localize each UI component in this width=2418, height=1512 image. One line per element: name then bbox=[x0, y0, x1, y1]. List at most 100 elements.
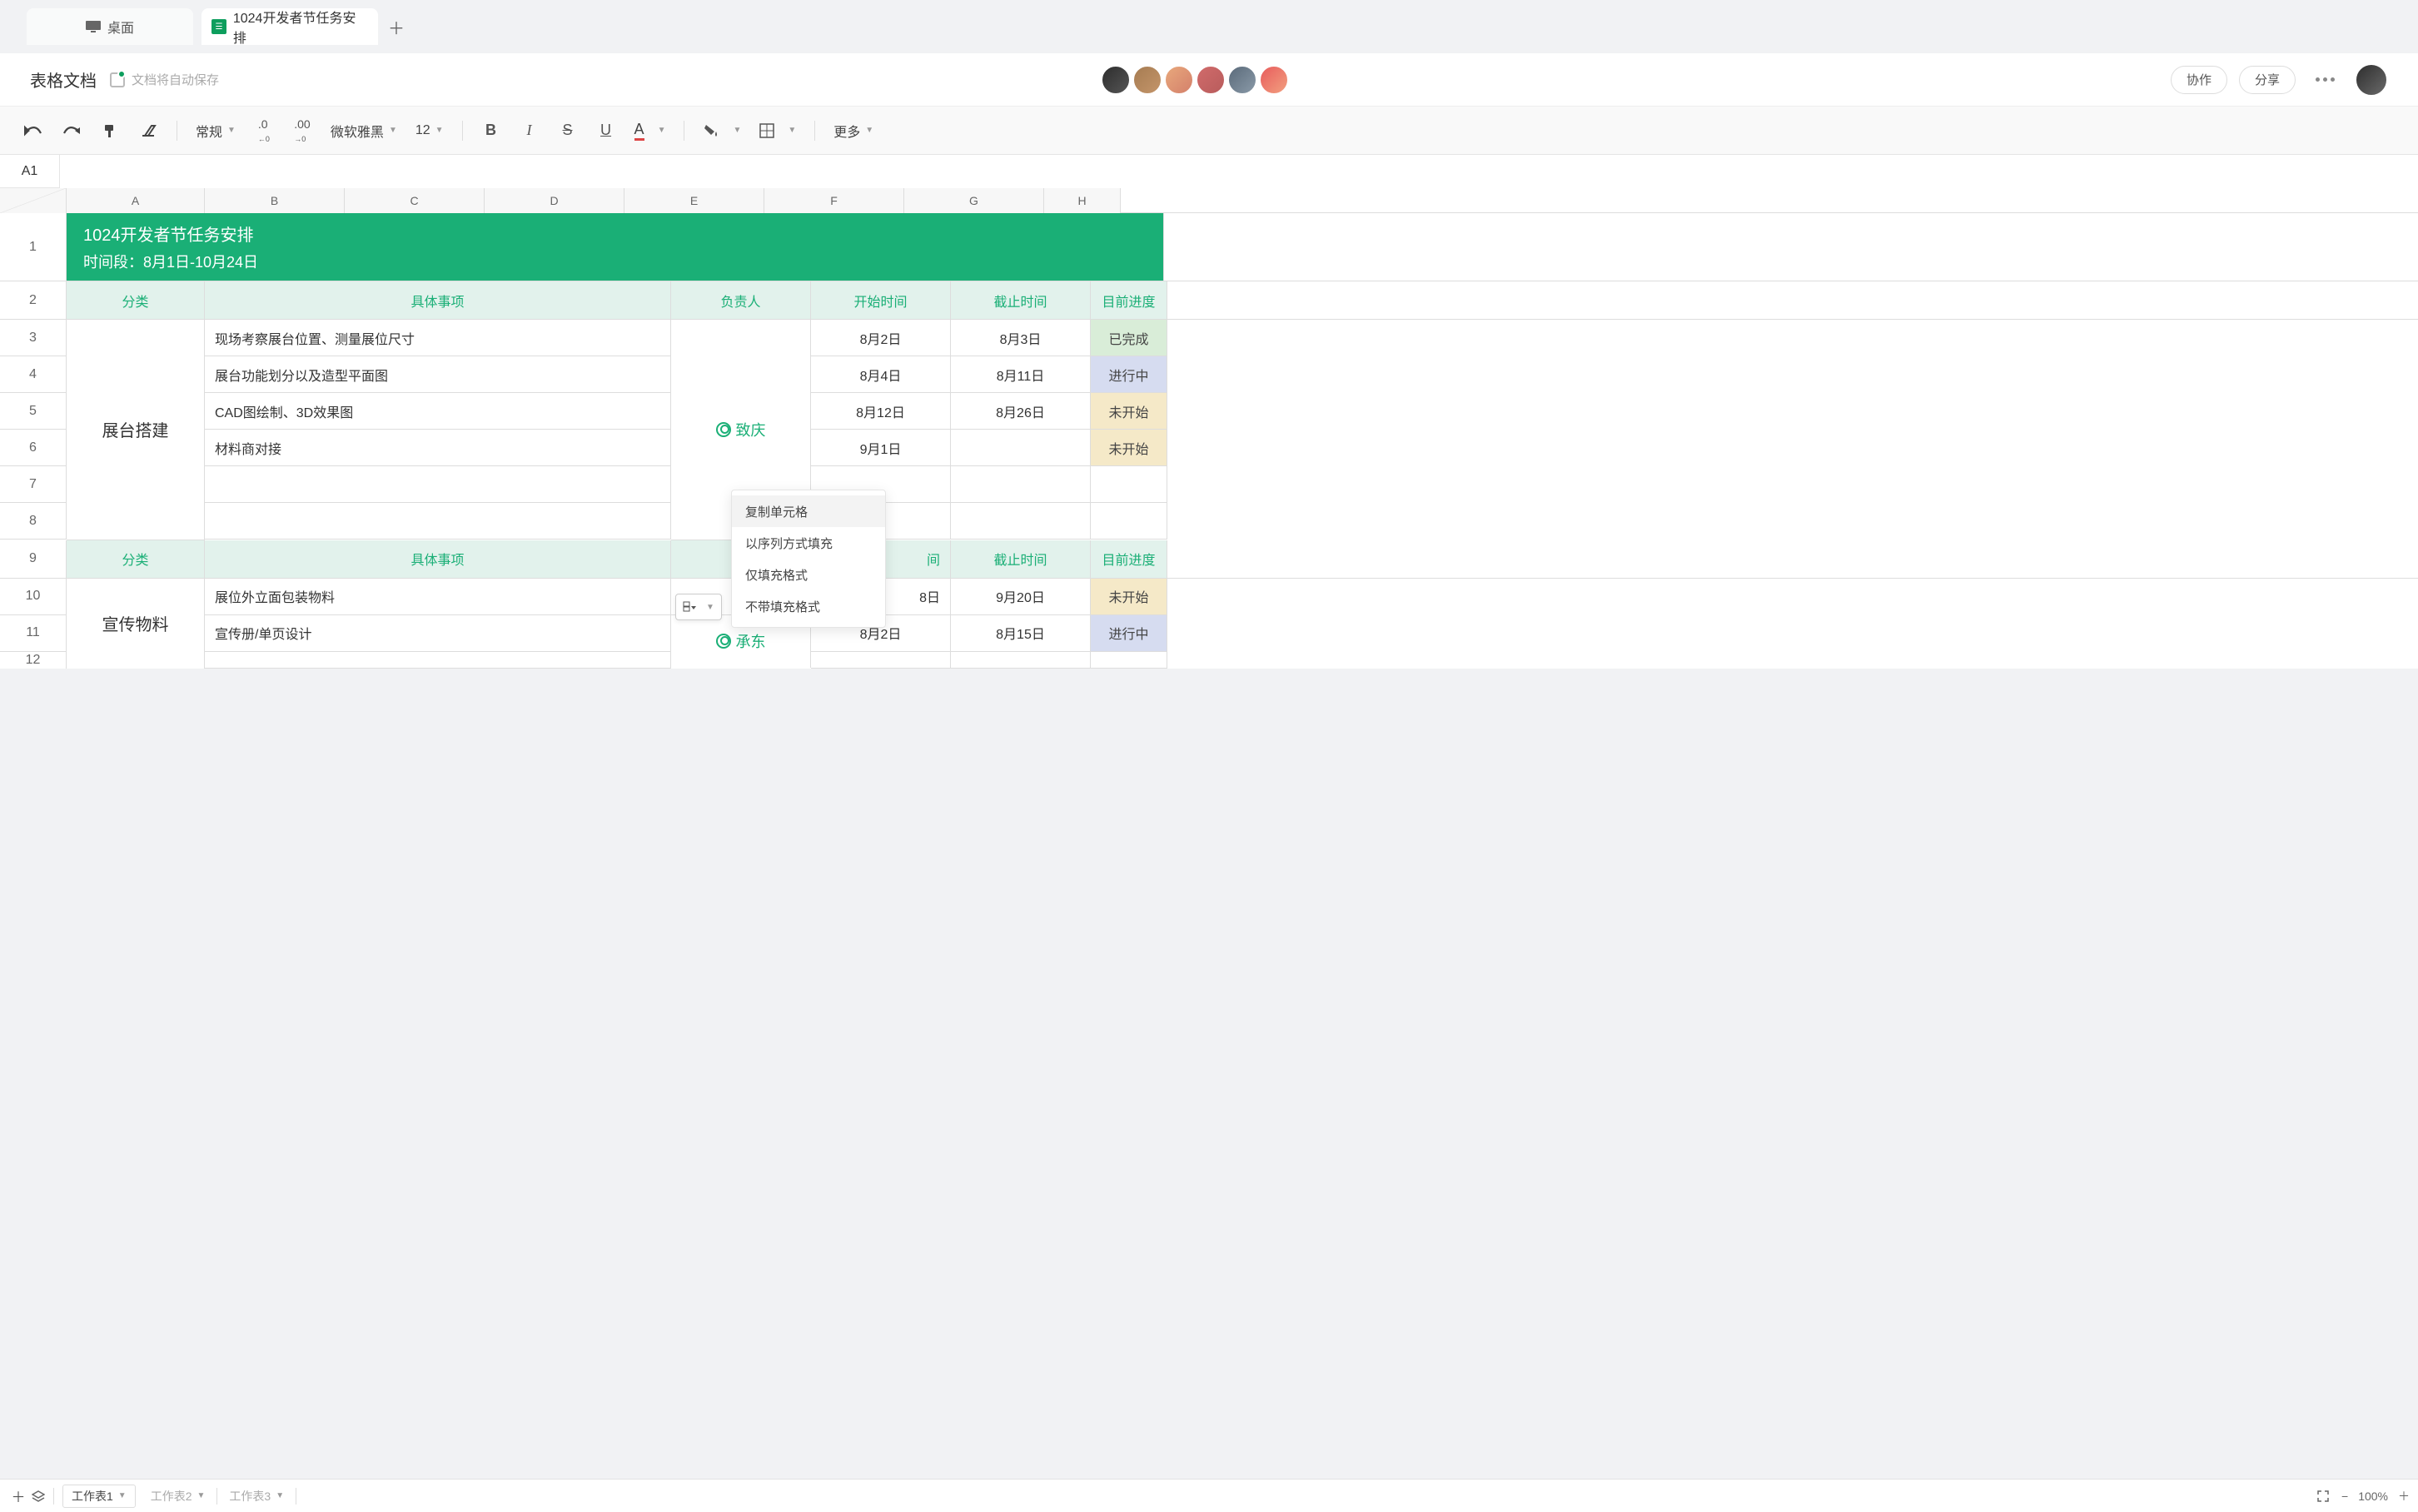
row-header[interactable]: 7 bbox=[0, 466, 67, 502]
cell[interactable]: 目前进度 bbox=[1091, 540, 1167, 578]
cell[interactable]: 截止时间 bbox=[951, 540, 1091, 578]
cell[interactable] bbox=[951, 430, 1091, 465]
cell[interactable] bbox=[205, 466, 671, 502]
cell[interactable] bbox=[951, 652, 1091, 668]
cell-status[interactable]: 未开始 bbox=[1091, 579, 1167, 614]
all-sheets-button[interactable] bbox=[28, 1483, 48, 1510]
borders-button[interactable]: ▼ bbox=[756, 123, 799, 138]
bold-button[interactable]: B bbox=[478, 117, 505, 144]
fullscreen-button[interactable] bbox=[2315, 1483, 2331, 1510]
cell[interactable]: 8月12日 bbox=[811, 393, 951, 429]
cell-status[interactable]: 已完成 bbox=[1091, 320, 1167, 356]
cell-category[interactable]: 宣传物料 bbox=[67, 579, 205, 669]
ctx-fill-format-only[interactable]: 仅填充格式 bbox=[732, 559, 885, 590]
more-menu-button[interactable] bbox=[2307, 77, 2343, 82]
sheet-tab[interactable]: 工作表3▼ bbox=[221, 1485, 292, 1508]
cell[interactable]: 展位外立面包装物料 bbox=[205, 579, 671, 614]
col-header[interactable]: B bbox=[205, 188, 345, 213]
cell[interactable]: 8月4日 bbox=[811, 356, 951, 392]
cell[interactable]: 材料商对接 bbox=[205, 430, 671, 465]
select-all-corner[interactable] bbox=[0, 188, 67, 213]
sheet-tab-active[interactable]: 工作表1▼ bbox=[62, 1485, 136, 1508]
zoom-in-button[interactable]: ＋ bbox=[2398, 1488, 2410, 1505]
increase-decimal-button[interactable]: .00→0 bbox=[289, 117, 316, 144]
cell[interactable]: CAD图绘制、3D效果图 bbox=[205, 393, 671, 429]
cell[interactable]: 9月1日 bbox=[811, 430, 951, 465]
cell[interactable]: 8月26日 bbox=[951, 393, 1091, 429]
cell-reference[interactable]: A1 bbox=[0, 155, 60, 188]
row-header[interactable]: 4 bbox=[0, 356, 67, 392]
strikethrough-button[interactable]: S bbox=[555, 117, 581, 144]
cell[interactable] bbox=[205, 652, 671, 668]
avatar[interactable] bbox=[1164, 65, 1194, 95]
underline-button[interactable]: U bbox=[593, 117, 619, 144]
cell[interactable] bbox=[811, 652, 951, 668]
cell[interactable]: 现场考察展台位置、测量展位尺寸 bbox=[205, 320, 671, 356]
ctx-copy-cells[interactable]: 复制单元格 bbox=[732, 495, 885, 527]
zoom-out-button[interactable]: − bbox=[2341, 1490, 2348, 1503]
cell[interactable]: 分类 bbox=[67, 540, 205, 578]
row-header[interactable]: 9 bbox=[0, 540, 67, 578]
cell[interactable]: 分类 bbox=[67, 281, 205, 319]
collaborate-button[interactable]: 协作 bbox=[2171, 66, 2227, 94]
row-header[interactable]: 10 bbox=[0, 579, 67, 614]
redo-button[interactable] bbox=[58, 117, 85, 144]
cell[interactable]: 截止时间 bbox=[951, 281, 1091, 319]
avatar[interactable] bbox=[1101, 65, 1131, 95]
font-family-select[interactable]: 微软雅黑▼ bbox=[327, 121, 401, 141]
decrease-decimal-button[interactable]: .0←0 bbox=[251, 117, 277, 144]
cell-status[interactable]: 未开始 bbox=[1091, 430, 1167, 465]
ctx-fill-without-format[interactable]: 不带填充格式 bbox=[732, 590, 885, 622]
cell[interactable]: 具体事项 bbox=[205, 540, 671, 578]
cell[interactable]: 开始时间 bbox=[811, 281, 951, 319]
cell[interactable]: 9月20日 bbox=[951, 579, 1091, 614]
cell[interactable] bbox=[951, 466, 1091, 502]
cell[interactable] bbox=[205, 503, 671, 539]
font-size-select[interactable]: 12▼ bbox=[412, 123, 447, 138]
row-header[interactable]: 8 bbox=[0, 503, 67, 539]
col-header[interactable]: F bbox=[764, 188, 904, 213]
text-color-button[interactable]: A▼ bbox=[631, 121, 669, 141]
avatar[interactable] bbox=[1259, 65, 1289, 95]
col-header[interactable]: A bbox=[67, 188, 205, 213]
spreadsheet-grid[interactable]: A B C D E F G H 1 1024开发者节任务安排 时间段：8月1日-… bbox=[0, 188, 2418, 669]
row-header[interactable]: 11 bbox=[0, 615, 67, 651]
clear-format-button[interactable] bbox=[135, 117, 162, 144]
cell[interactable]: 8月3日 bbox=[951, 320, 1091, 356]
col-header[interactable]: G bbox=[904, 188, 1044, 213]
avatar[interactable] bbox=[1227, 65, 1257, 95]
sheet-tab[interactable]: 工作表2▼ bbox=[142, 1485, 214, 1508]
row-header[interactable]: 2 bbox=[0, 281, 67, 319]
col-header[interactable]: C bbox=[345, 188, 485, 213]
cell-style-select[interactable]: 常规▼ bbox=[192, 121, 239, 141]
active-doc-tab[interactable]: ☰ 1024开发者节任务安排 bbox=[202, 8, 378, 45]
cell[interactable] bbox=[1091, 503, 1167, 539]
cell[interactable] bbox=[951, 503, 1091, 539]
cell[interactable]: 8月11日 bbox=[951, 356, 1091, 392]
cell-status[interactable]: 进行中 bbox=[1091, 356, 1167, 392]
row-header[interactable]: 5 bbox=[0, 393, 67, 429]
toolbar-more-button[interactable]: 更多▼ bbox=[830, 121, 877, 141]
col-header[interactable]: E bbox=[624, 188, 764, 213]
cell[interactable]: 具体事项 bbox=[205, 281, 671, 319]
cell-status[interactable]: 进行中 bbox=[1091, 615, 1167, 651]
add-sheet-button[interactable]: ＋ bbox=[8, 1483, 28, 1510]
cell-status[interactable]: 未开始 bbox=[1091, 393, 1167, 429]
row-header[interactable]: 3 bbox=[0, 320, 67, 356]
undo-button[interactable] bbox=[20, 117, 47, 144]
cell[interactable]: 宣传册/单页设计 bbox=[205, 615, 671, 651]
formula-bar[interactable] bbox=[60, 155, 2418, 188]
fill-color-button[interactable]: ▼ bbox=[699, 123, 744, 138]
add-tab-button[interactable]: ＋ bbox=[378, 8, 415, 45]
title-cell[interactable]: 1024开发者节任务安排 时间段：8月1日-10月24日 bbox=[67, 213, 1164, 281]
current-user-avatar[interactable] bbox=[2355, 63, 2388, 97]
format-painter-button[interactable] bbox=[97, 117, 123, 144]
cell[interactable] bbox=[1091, 466, 1167, 502]
autofill-options-button[interactable]: ▼ bbox=[675, 594, 722, 620]
cell[interactable]: 展台功能划分以及造型平面图 bbox=[205, 356, 671, 392]
row-header[interactable]: 1 bbox=[0, 213, 67, 281]
avatar[interactable] bbox=[1196, 65, 1226, 95]
row-header[interactable]: 6 bbox=[0, 430, 67, 465]
cell-category[interactable]: 展台搭建 bbox=[67, 320, 205, 540]
cell[interactable]: 8月2日 bbox=[811, 320, 951, 356]
